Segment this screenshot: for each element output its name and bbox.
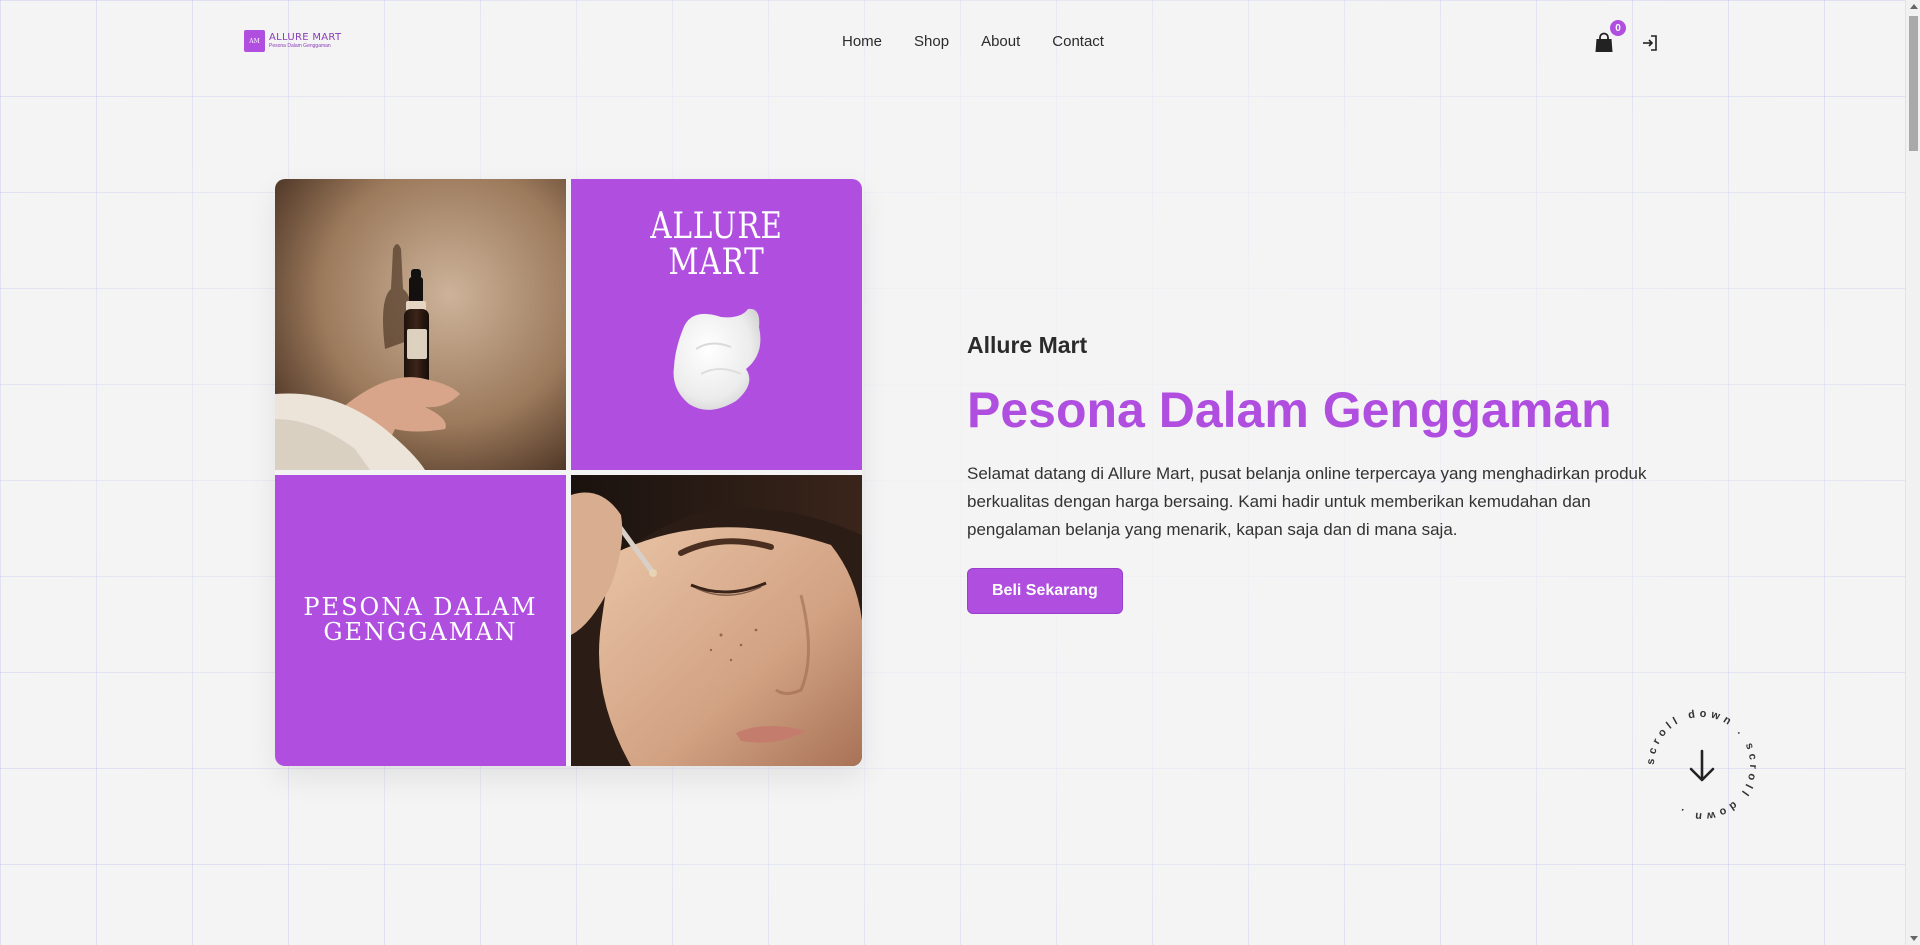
cart-button[interactable]	[1592, 31, 1616, 55]
hero-description: Selamat datang di Allure Mart, pusat bel…	[967, 464, 1647, 539]
nav-about-link[interactable]: About	[981, 33, 1020, 50]
scroll-up-arrow-icon[interactable]	[1910, 4, 1918, 9]
shopping-bag-icon	[1595, 32, 1613, 52]
logo-name: ALLURE MART	[269, 32, 342, 43]
login-button[interactable]	[1640, 33, 1660, 53]
nav-home-link[interactable]: Home	[842, 33, 882, 50]
login-icon	[1643, 35, 1657, 51]
model-face-photo	[571, 475, 862, 766]
cart-count-badge: 0	[1610, 20, 1626, 36]
tagline-tile: PESONA DALAM GENGGAMAN	[275, 475, 566, 766]
nav-shop-link[interactable]: Shop	[914, 33, 949, 50]
brand-tile: ALLURE MART	[571, 179, 862, 470]
scroll-down-indicator[interactable]: scroll down . scroll down .	[1644, 707, 1760, 823]
logo-tagline: Pesona Dalam Genggaman	[269, 43, 331, 49]
hero-image-grid: ALLURE MART PESONA DALAM GENGGAMAN	[275, 179, 862, 766]
hero-brand-name: Allure Mart	[967, 332, 1088, 358]
arrow-down-icon	[1689, 749, 1715, 782]
site-logo[interactable]: AM ALLURE MART Pesona Dalam Genggaman	[244, 30, 341, 52]
cream-swatch-image	[673, 308, 761, 410]
hero-headline: Pesona Dalam Genggaman	[967, 382, 1612, 438]
buy-now-button[interactable]: Beli Sekarang	[967, 568, 1123, 614]
scrollbar-thumb[interactable]	[1909, 16, 1918, 151]
logo-text: ALLURE MART Pesona Dalam Genggaman	[269, 33, 341, 49]
tagline-tile-title: PESONA DALAM GENGGAMAN	[303, 593, 538, 646]
scroll-down-arrow-icon[interactable]	[1910, 936, 1918, 941]
hero-text-block: Allure Mart Pesona Dalam Genggaman Selam…	[967, 332, 1667, 614]
logo-mark: AM	[244, 30, 265, 52]
main-nav: Home Shop About Contact	[842, 33, 1104, 50]
page-scrollbar[interactable]	[1905, 0, 1920, 945]
nav-contact-link[interactable]: Contact	[1052, 33, 1104, 50]
site-header: AM ALLURE MART Pesona Dalam Genggaman Ho…	[0, 0, 1905, 86]
serum-bottle-photo	[275, 179, 566, 470]
